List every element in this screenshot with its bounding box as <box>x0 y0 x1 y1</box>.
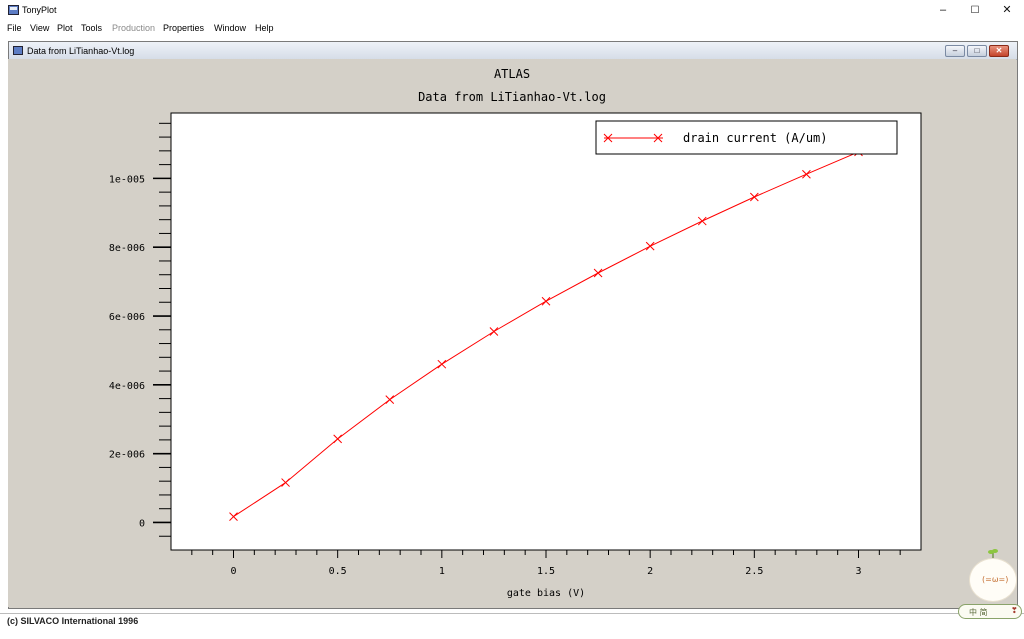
menu-production: Production <box>112 23 156 33</box>
menu-help[interactable]: Help <box>255 23 274 33</box>
plot-header: ATLAS <box>494 67 530 81</box>
plot-canvas[interactable]: ATLAS Data from LiTianhao-Vt.log 0 2e-006… <box>8 59 1016 607</box>
x-tick-label: 3 <box>855 566 861 577</box>
tonyplot-app-icon <box>8 5 19 15</box>
menu-plot[interactable]: Plot <box>57 23 73 33</box>
close-button[interactable]: ✕ <box>994 3 1020 18</box>
ime-mascot-face: (=ω=) <box>982 575 1009 584</box>
menu-file[interactable]: File <box>7 23 22 33</box>
ime-language-bar[interactable]: 中 简 ❣ <box>958 604 1022 619</box>
y-tick-label: 1e-005 <box>109 174 145 185</box>
menu-window[interactable]: Window <box>214 23 246 33</box>
y-tick-label: 0 <box>139 518 145 529</box>
app-titlebar: TonyPlot – ☐ ✕ <box>0 0 1024 21</box>
x-tick-label: 0 <box>230 566 236 577</box>
plot-subheader: Data from LiTianhao-Vt.log <box>418 90 606 104</box>
minimize-button[interactable]: – <box>930 3 956 18</box>
ime-heart-icon: ❣ <box>1011 606 1018 615</box>
x-tick-label: 2.5 <box>745 566 763 577</box>
child-window-title: Data from LiTianhao-Vt.log <box>27 46 135 56</box>
legend-label: drain current (A/um) <box>683 131 828 145</box>
x-tick-label: 0.5 <box>329 566 347 577</box>
child-minimize-button[interactable]: – <box>945 45 965 57</box>
plot-window-icon <box>13 46 23 55</box>
y-tick-label: 6e-006 <box>109 312 145 323</box>
y-tick-label: 8e-006 <box>109 243 145 254</box>
menu-view[interactable]: View <box>30 23 49 33</box>
maximize-button[interactable]: ☐ <box>962 3 988 18</box>
legend: drain current (A/um) <box>595 120 898 155</box>
app-title: TonyPlot <box>22 5 57 15</box>
menu-bar: File View Plot Tools Production Properti… <box>0 21 1024 36</box>
x-axis-label: gate bias (V) <box>507 588 585 599</box>
ime-language-label: 中 简 <box>969 608 988 617</box>
ime-mascot-icon: (=ω=) <box>969 558 1017 602</box>
copyright-status: (c) SILVACO International 1996 <box>7 616 139 626</box>
x-tick-label: 1 <box>439 566 445 577</box>
child-window-titlebar[interactable]: Data from LiTianhao-Vt.log – □ ✕ <box>9 42 1017 60</box>
child-close-button[interactable]: ✕ <box>989 45 1009 57</box>
x-tick-label: 2 <box>647 566 653 577</box>
menu-properties[interactable]: Properties <box>163 23 204 33</box>
y-tick-label: 4e-006 <box>109 381 145 392</box>
x-tick-label: 1.5 <box>537 566 555 577</box>
menu-tools[interactable]: Tools <box>81 23 102 33</box>
ime-mascot-widget[interactable]: (=ω=) 中 简 ❣ <box>958 546 1022 624</box>
status-bar: (c) SILVACO International 1996 <box>0 613 1024 629</box>
child-maximize-button[interactable]: □ <box>967 45 987 57</box>
y-tick-label: 2e-006 <box>109 450 145 461</box>
